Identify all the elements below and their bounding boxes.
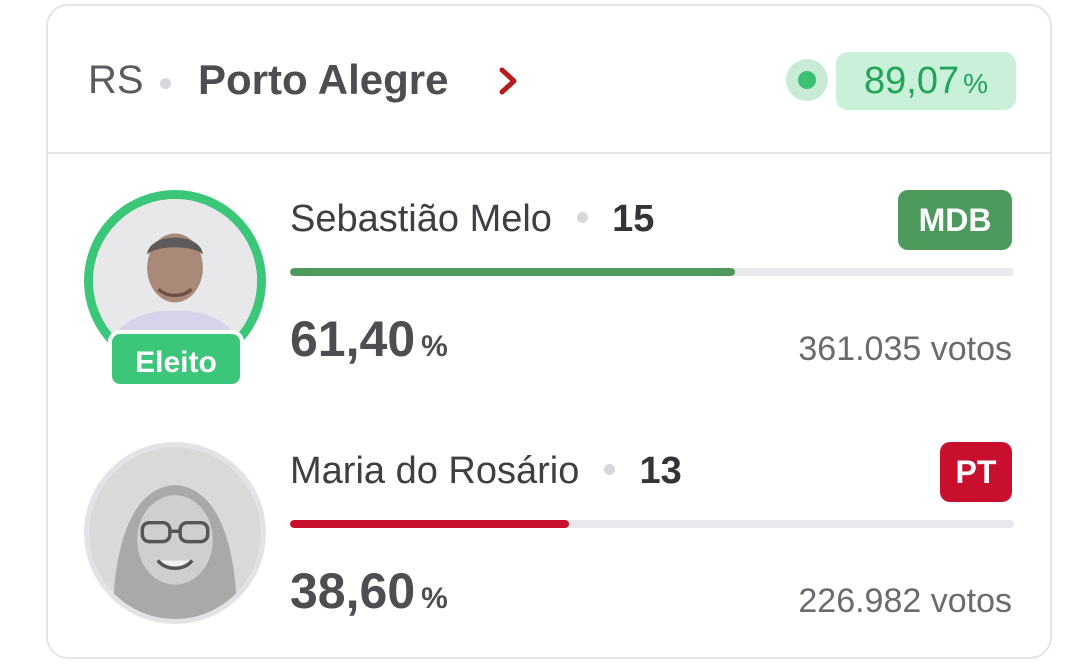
candidate-row: Eleito Sebastião Melo 15 MDB 61,40% 361.… — [48, 190, 1050, 420]
candidate-photo-avatar — [84, 442, 266, 624]
candidate-row: Maria do Rosário 13 PT 38,60% 226.982 vo… — [48, 442, 1050, 670]
vote-share-value: 61,40 — [290, 311, 416, 367]
party-badge-pt: PT — [940, 442, 1012, 502]
card-header: RS Porto Alegre 89,07% — [48, 6, 1050, 154]
vote-share-bar-fill — [290, 268, 735, 276]
state-label: RS — [88, 58, 144, 102]
vote-count: 226.982 votos — [798, 582, 1012, 620]
vote-share-bar — [290, 268, 1014, 276]
vote-share-percent: 38,60% — [290, 562, 448, 620]
vote-count: 361.035 votos — [798, 330, 1012, 368]
apurado-value: 89,07 — [864, 60, 960, 102]
chevron-right-icon[interactable] — [496, 66, 522, 96]
city-link[interactable]: Porto Alegre — [198, 56, 448, 104]
result-card: RS Porto Alegre 89,07% Eleito Sebastião … — [46, 4, 1052, 659]
vote-share-value: 38,60 — [290, 563, 416, 619]
candidate-name: Maria do Rosário 13 — [290, 450, 682, 493]
vote-share-percent: 61,40% — [290, 310, 448, 368]
apurado-percentage-badge: 89,07% — [836, 52, 1016, 110]
candidate-name: Sebastião Melo 15 — [290, 198, 654, 241]
candidate-number: 13 — [639, 450, 682, 492]
vote-share-unit: % — [421, 330, 448, 363]
candidate-name-text: Sebastião Melo — [290, 198, 552, 240]
candidate-name-text: Maria do Rosário — [290, 450, 580, 492]
live-indicator-icon — [786, 59, 828, 101]
vote-share-bar — [290, 520, 1014, 528]
vote-share-bar-fill — [290, 520, 570, 528]
apurado-unit: % — [963, 68, 988, 99]
separator-dot — [603, 464, 615, 475]
separator-dot — [160, 78, 171, 89]
separator-dot — [576, 212, 588, 223]
party-badge-mdb: MDB — [898, 190, 1012, 250]
candidate-number: 15 — [612, 198, 655, 240]
elected-badge: Eleito — [108, 330, 244, 388]
person-photo-icon — [89, 447, 261, 619]
vote-share-unit: % — [421, 582, 448, 615]
